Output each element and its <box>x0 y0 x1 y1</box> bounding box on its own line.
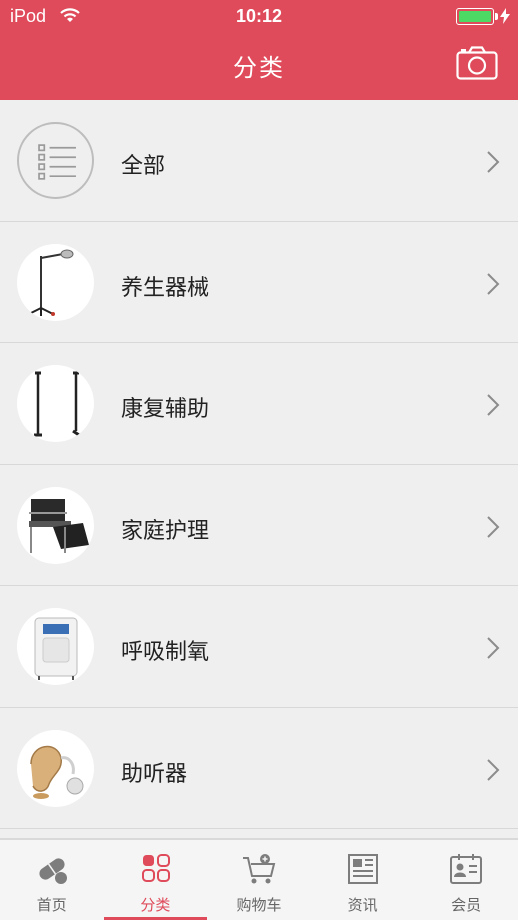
tab-label: 会员 <box>451 897 482 914</box>
page-title: 分类 <box>233 55 285 82</box>
category-label: 康复辅助 <box>121 396 210 421</box>
cart-icon <box>241 852 277 886</box>
tab-label: 首页 <box>36 897 67 914</box>
news-icon <box>345 852 381 886</box>
list-icon <box>17 122 94 199</box>
status-bar: iPod 10:12 <box>0 0 518 34</box>
category-row-oxygen[interactable]: 呼吸制氧 <box>0 586 518 708</box>
status-time: 10:12 <box>235 6 283 26</box>
charging-bolt-icon <box>500 8 510 29</box>
battery-tip <box>495 13 498 20</box>
tab-bar: 首页 分类 购物车 资讯 会员 <box>0 838 518 920</box>
lamp-stand-image <box>17 243 94 321</box>
grid-icon <box>138 852 174 886</box>
commode-chair-image <box>17 486 94 564</box>
tab-home[interactable]: 首页 <box>0 840 104 920</box>
tab-label: 分类 <box>140 897 171 914</box>
battery-icon <box>456 8 494 25</box>
chevron-right-icon <box>486 393 500 422</box>
tab-news[interactable]: 资讯 <box>311 840 415 920</box>
category-row-all[interactable]: 全部 <box>0 100 518 222</box>
category-label: 呼吸制氧 <box>121 639 210 664</box>
category-row-rehab-aids[interactable]: 康复辅助 <box>0 343 518 465</box>
tab-label: 购物车 <box>236 897 282 914</box>
category-row-home-care[interactable]: 家庭护理 <box>0 464 518 586</box>
tab-label: 资讯 <box>347 897 378 914</box>
crutches-image <box>17 365 94 442</box>
pills-icon <box>34 852 70 886</box>
category-label: 全部 <box>121 153 166 178</box>
chevron-right-icon <box>486 636 500 665</box>
tab-member[interactable]: 会员 <box>414 840 518 920</box>
camera-icon[interactable] <box>456 46 498 80</box>
chevron-right-icon <box>486 758 500 787</box>
hearing-aid-image <box>17 729 94 807</box>
tab-cart[interactable]: 购物车 <box>207 840 311 920</box>
category-label: 养生器械 <box>121 274 210 300</box>
chevron-right-icon <box>486 150 500 179</box>
category-label: 家庭护理 <box>121 517 210 543</box>
chevron-right-icon <box>486 515 500 544</box>
oxygen-concentrator-image <box>17 608 94 685</box>
tab-category[interactable]: 分类 <box>103 840 208 920</box>
chevron-right-icon <box>486 272 500 301</box>
category-list: 全部 养生器械 康复辅助 家庭护理 呼吸制氧 助听器 <box>0 100 518 838</box>
header-bar: iPod 10:12 分类 <box>0 0 518 100</box>
category-row-hearing-aid[interactable]: 助听器 <box>0 707 518 829</box>
category-row-health-equipment[interactable]: 养生器械 <box>0 221 518 343</box>
member-card-icon <box>448 852 484 886</box>
category-label: 助听器 <box>121 760 188 786</box>
